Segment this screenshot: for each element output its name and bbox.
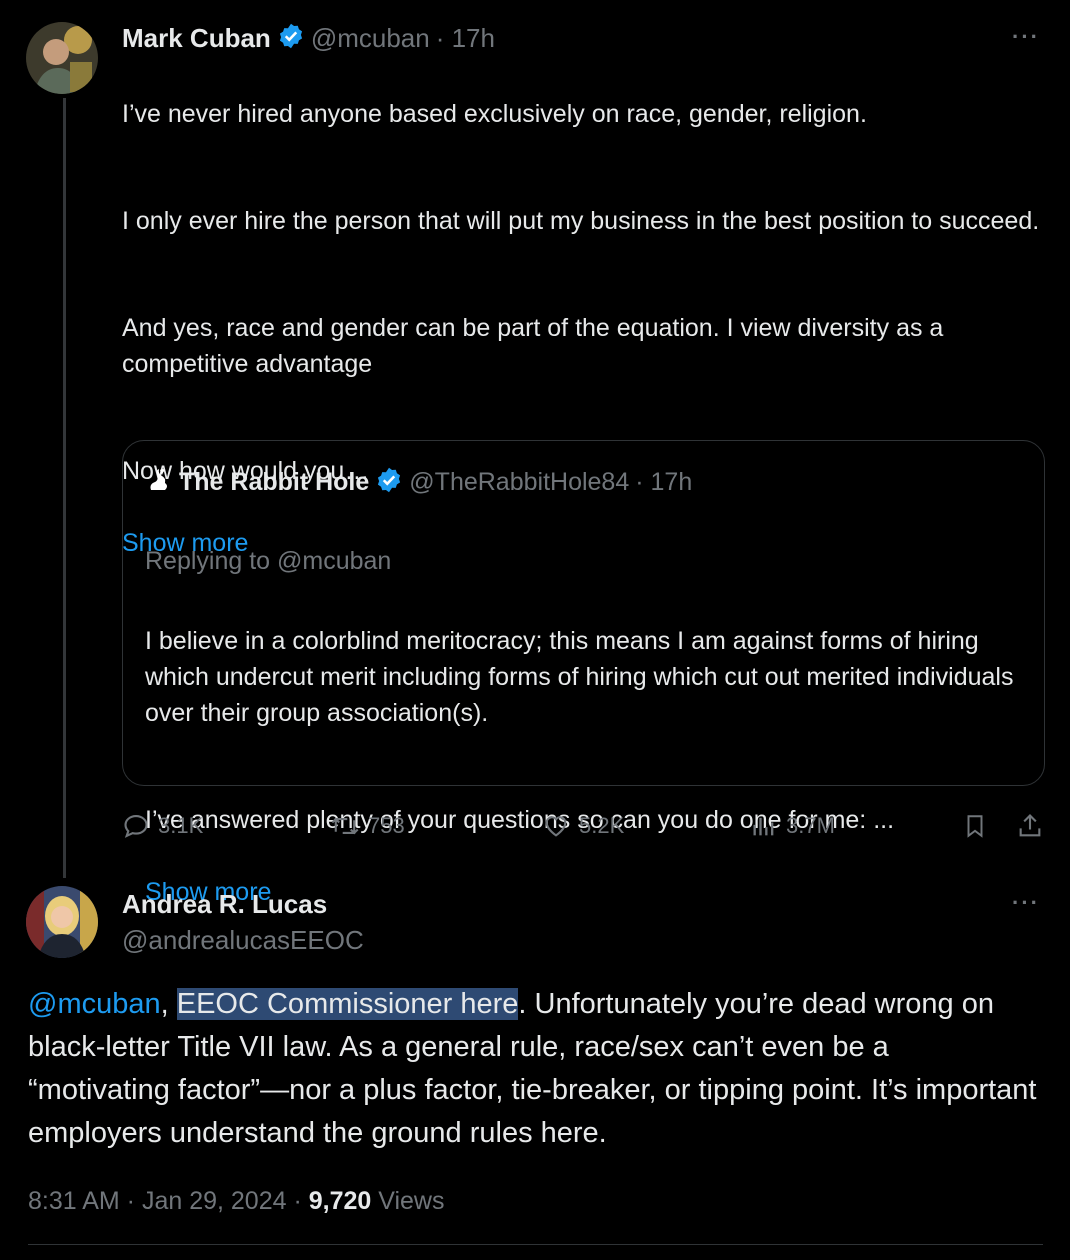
handle[interactable]: @mcuban xyxy=(311,23,430,54)
tweet-metadata: 8:31 AM · Jan 29, 2024 · 9,720 Views xyxy=(28,1187,444,1216)
analytics-icon xyxy=(753,817,774,836)
view-count: 3.7M xyxy=(786,813,835,838)
reply-count: 3.1K xyxy=(158,813,204,838)
display-name[interactable]: Andrea R. Lucas xyxy=(122,886,364,922)
timestamp[interactable]: 8:31 AM · Jan 29, 2024 · xyxy=(28,1187,309,1215)
bookmark-icon xyxy=(967,815,983,838)
more-options-icon[interactable]: ··· xyxy=(1012,890,1040,916)
display-name[interactable]: Mark Cuban xyxy=(122,23,271,54)
share-button[interactable] xyxy=(1016,812,1044,840)
quoted-tweet-card[interactable]: The Rabbit Hole @TheRabbitHole84 · 17h R… xyxy=(122,440,1045,906)
more-options-icon[interactable]: ··· xyxy=(1012,24,1040,50)
quote-handle[interactable]: @TheRabbitHole84 xyxy=(409,468,629,497)
quote-time[interactable]: · 17h xyxy=(635,468,692,497)
reply-icon xyxy=(124,815,148,838)
like-count: 5.2K xyxy=(579,813,625,838)
quote-paragraph: I believe in a colorblind meritocracy; t… xyxy=(145,627,1014,727)
tweet-header: Mark Cuban @mcuban · 17h xyxy=(122,20,495,56)
thread-line xyxy=(63,98,66,878)
tweet-paragraph: And yes, race and gender can be part of … xyxy=(122,314,944,378)
tweet-time[interactable]: · 17h xyxy=(436,23,495,54)
tweet-paragraph: I only ever hire the person that will pu… xyxy=(122,207,1040,235)
repost-button[interactable]: 753 xyxy=(330,812,405,840)
quote-body: Replying to @mcuban I believe in a color… xyxy=(145,507,1025,946)
share-icon xyxy=(1019,814,1041,837)
like-button[interactable]: 5.2K xyxy=(541,812,624,840)
text-comma: , xyxy=(160,988,169,1020)
verified-badge-icon xyxy=(277,22,305,55)
reply-button[interactable]: 3.1K xyxy=(122,812,203,840)
views-label: Views xyxy=(371,1187,445,1215)
divider xyxy=(28,1244,1043,1245)
selected-text-highlight: EEOC Commissioner here xyxy=(176,988,519,1020)
reply-body: @mcuban, EEOC Commissioner here. Unfortu… xyxy=(28,983,1038,1155)
avatar-andrea-lucas[interactable] xyxy=(26,886,98,958)
mention-link[interactable]: @mcuban xyxy=(28,988,161,1020)
quote-display-name[interactable]: The Rabbit Hole xyxy=(179,468,369,497)
tweet-paragraph: I’ve never hired anyone based exclusivel… xyxy=(122,100,867,128)
rabbit-avatar-icon[interactable] xyxy=(145,466,173,499)
verified-badge-icon xyxy=(375,466,403,499)
replying-to: Replying to @mcuban xyxy=(145,547,392,575)
bookmark-button[interactable] xyxy=(962,812,988,840)
views-button[interactable]: 3.7M xyxy=(750,812,835,840)
avatar-mark-cuban[interactable] xyxy=(26,22,98,94)
views-count: 9,720 xyxy=(308,1187,372,1215)
repost-count: 753 xyxy=(368,813,405,838)
heart-icon xyxy=(545,816,567,837)
handle[interactable]: @andrealucasEEOC xyxy=(122,922,364,958)
reply-header: Andrea R. Lucas @andrealucasEEOC xyxy=(122,886,364,958)
quote-header: The Rabbit Hole @TheRabbitHole84 · 17h xyxy=(145,465,692,499)
repost-icon xyxy=(331,817,359,835)
